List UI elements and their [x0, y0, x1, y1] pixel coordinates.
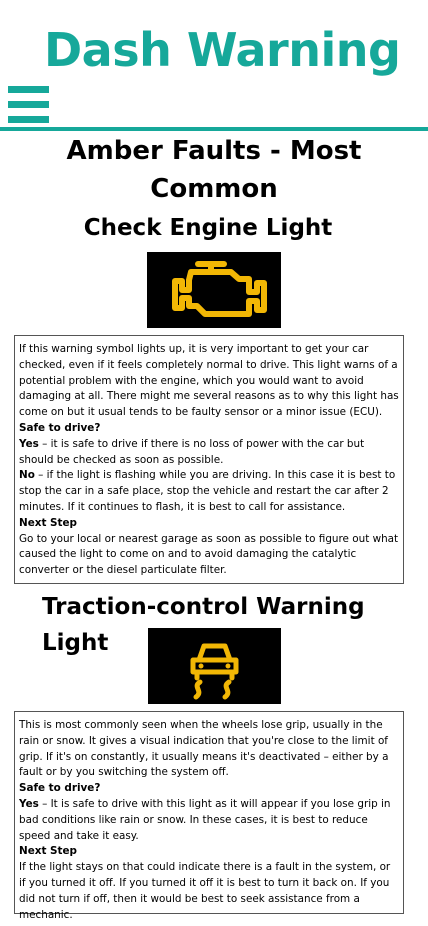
- fault-description: This is most commonly seen when the whee…: [19, 719, 389, 779]
- yes-paragraph: Yes – it is safe to drive if there is no…: [19, 437, 399, 469]
- check-engine-icon: [147, 252, 281, 328]
- safe-to-drive-heading: Safe to drive?: [19, 782, 101, 795]
- fault-title-check-engine: Check Engine Light: [83, 215, 333, 241]
- next-step-heading: Next Step: [19, 845, 77, 858]
- traction-control-icon: [148, 628, 281, 704]
- no-text: – if the light is flashing while you are…: [19, 469, 396, 513]
- next-step-text: Go to your local or nearest garage as so…: [19, 532, 399, 577]
- menu-bar-bottom: [8, 116, 49, 123]
- no-label: No: [19, 469, 35, 482]
- hamburger-menu-icon[interactable]: [8, 86, 49, 124]
- yes-text: – It is safe to drive with this light as…: [19, 797, 391, 842]
- no-paragraph: No – if the light is flashing while you …: [19, 468, 399, 515]
- traction-control-info-box: This is most commonly seen when the whee…: [14, 711, 404, 921]
- yes-label: Yes: [19, 437, 39, 450]
- site-title: Dash Warning: [44, 23, 401, 77]
- menu-bar-middle: [8, 101, 49, 108]
- menu-bar-top: [8, 86, 49, 93]
- yes-label: Yes: [19, 797, 39, 810]
- next-step-text: If the light stays on that could indicat…: [19, 861, 391, 921]
- header-divider: [0, 127, 428, 131]
- fault-description: If this warning symbol lights up, it is …: [19, 343, 399, 419]
- yes-text: – it is safe to drive if there is no los…: [19, 437, 365, 466]
- next-step-heading: Next Step: [19, 516, 77, 529]
- check-engine-info-box: If this warning symbol lights up, it is …: [14, 335, 404, 584]
- safe-to-drive-heading: Safe to drive?: [19, 421, 101, 434]
- yes-paragraph: Yes – It is safe to drive with this ligh…: [19, 797, 399, 844]
- section-heading: Amber Faults - Most Common: [66, 136, 362, 204]
